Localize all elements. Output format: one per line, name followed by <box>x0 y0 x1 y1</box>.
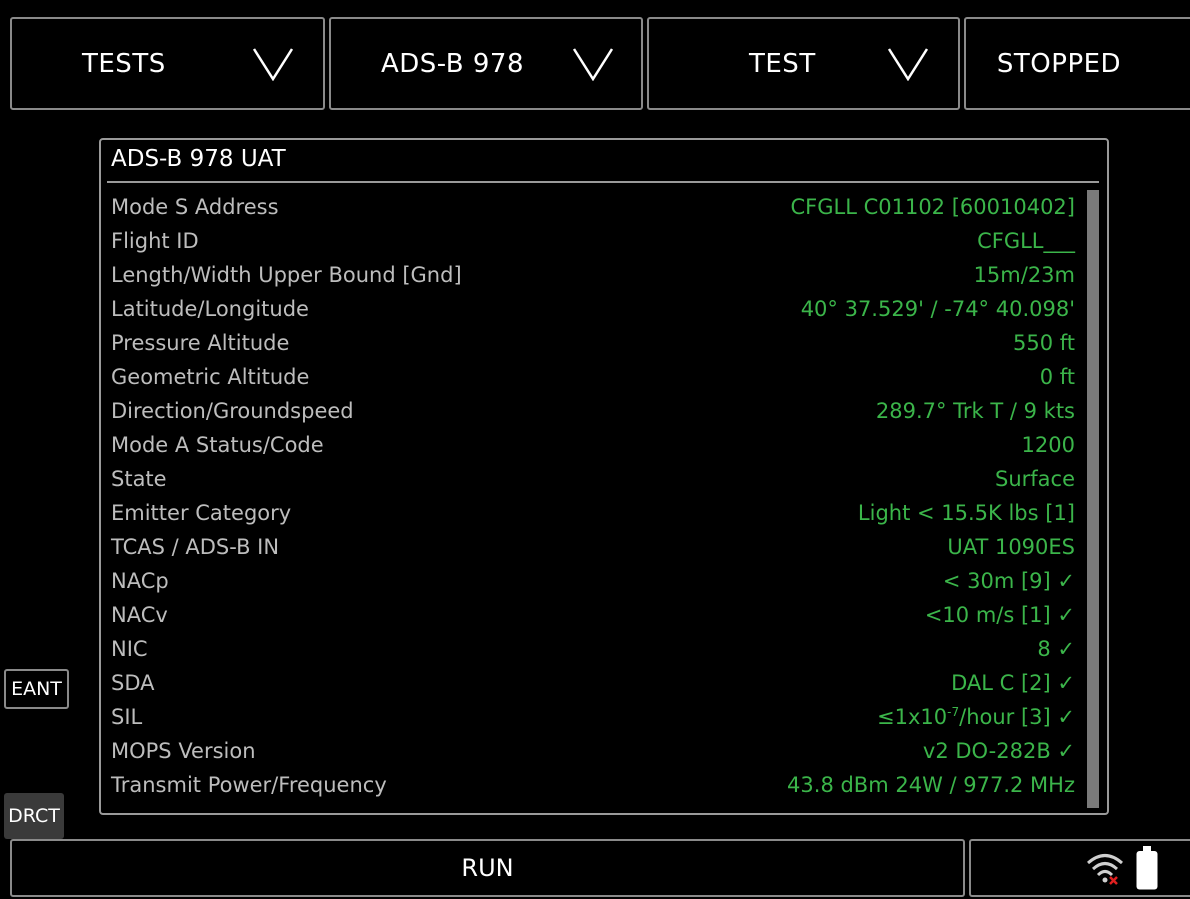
field-value: DAL C [2] ✓ <box>951 671 1075 695</box>
field-value-prefix: ≤1x10 <box>877 705 948 729</box>
field-value: <10 m/s [1] ✓ <box>924 603 1075 627</box>
list-item: TCAS / ADS-B IN UAT 1090ES <box>111 530 1075 564</box>
battery-icon <box>1136 846 1158 890</box>
field-label: NIC <box>111 637 148 661</box>
list-item: Transmit Power/Frequency 43.8 dBm 24W / 9… <box>111 768 1075 802</box>
chevron-down-icon <box>886 47 930 81</box>
wifi-disconnected-icon <box>1087 854 1123 885</box>
field-label: Mode A Status/Code <box>111 433 324 457</box>
list-item: Geometric Altitude 0 ft <box>111 360 1075 394</box>
divider <box>107 181 1099 183</box>
status-label: STOPPED <box>996 48 1122 79</box>
list-item: Emitter Category Light < 15.5K lbs [1] <box>111 496 1075 530</box>
field-value-exponent: -7 <box>947 705 960 719</box>
drct-label: DRCT <box>8 805 60 827</box>
field-value: 1200 <box>1021 433 1075 457</box>
field-value-suffix: /hour [3] ✓ <box>959 705 1075 729</box>
field-label: Length/Width Upper Bound [Gnd] <box>111 263 462 287</box>
list-item: NACp < 30m [9] ✓ <box>111 564 1075 598</box>
list-item: SDA DAL C [2] ✓ <box>111 666 1075 700</box>
field-value: 289.7° Trk T / 9 kts <box>875 399 1075 423</box>
field-label: Pressure Altitude <box>111 331 290 355</box>
field-label: Flight ID <box>111 229 199 253</box>
field-label: TCAS / ADS-B IN <box>111 535 280 559</box>
status-area <box>969 839 1190 897</box>
field-label: Emitter Category <box>111 501 292 525</box>
list-item: Direction/Groundspeed 289.7° Trk T / 9 kt… <box>111 394 1075 428</box>
mode-dropdown-label: ADS-B 978 <box>381 48 524 79</box>
list-item: SIL ≤1x10-7/hour [3] ✓ <box>111 700 1075 734</box>
field-label: Latitude/Longitude <box>111 297 309 321</box>
field-label: State <box>111 467 167 491</box>
field-label: NACp <box>111 569 169 593</box>
drct-button[interactable]: DRCT <box>4 793 64 839</box>
list-item: Latitude/Longitude 40° 37.529' / -74° 40.… <box>111 292 1075 326</box>
list-item: Pressure Altitude 550 ft <box>111 326 1075 360</box>
data-list: Mode S Address CFGLL C01102 [60010402] Fli… <box>111 190 1075 802</box>
eant-label: EANT <box>11 678 62 700</box>
tests-dropdown-label: TESTS <box>82 48 166 79</box>
mode-dropdown[interactable]: ADS-B 978 <box>329 17 643 110</box>
field-value: 8 ✓ <box>1037 637 1075 661</box>
field-value: Surface <box>994 467 1075 491</box>
field-value: CFGLL___ <box>977 229 1075 253</box>
field-value: 0 ft <box>1039 365 1075 389</box>
list-item: NIC 8 ✓ <box>111 632 1075 666</box>
list-item: Mode A Status/Code 1200 <box>111 428 1075 462</box>
chevron-down-icon <box>251 47 295 81</box>
list-item: Length/Width Upper Bound [Gnd] 15m/23m <box>111 258 1075 292</box>
test-dropdown-label: TEST <box>749 48 816 79</box>
field-value: CFGLL C01102 [60010402] <box>790 195 1075 219</box>
chevron-down-icon <box>571 47 615 81</box>
screen: TESTS ADS-B 978 TEST STOPPED ADS-B 978 U… <box>0 0 1190 899</box>
field-value: UAT 1090ES <box>947 535 1075 559</box>
field-label: Transmit Power/Frequency <box>111 773 387 797</box>
status-button[interactable]: STOPPED <box>964 17 1190 110</box>
scrollbar[interactable] <box>1087 190 1099 808</box>
field-value: 40° 37.529' / -74° 40.098' <box>800 297 1075 321</box>
list-item: MOPS Version v2 DO-282B ✓ <box>111 734 1075 768</box>
ads-b-data-panel: ADS-B 978 UAT Mode S Address CFGLL C01102… <box>99 138 1109 815</box>
list-item: Mode S Address CFGLL C01102 [60010402] <box>111 190 1075 224</box>
eant-button[interactable]: EANT <box>4 669 69 709</box>
list-item: NACv <10 m/s [1] ✓ <box>111 598 1075 632</box>
run-button[interactable]: RUN <box>10 839 965 897</box>
field-label: SDA <box>111 671 155 695</box>
field-label: SIL <box>111 705 143 729</box>
list-item: State Surface <box>111 462 1075 496</box>
field-value: 550 ft <box>1012 331 1075 355</box>
list-item: Flight ID CFGLL___ <box>111 224 1075 258</box>
field-label: NACv <box>111 603 168 627</box>
test-dropdown[interactable]: TEST <box>647 17 960 110</box>
panel-title: ADS-B 978 UAT <box>111 146 286 172</box>
field-label: Mode S Address <box>111 195 279 219</box>
field-value: 15m/23m <box>973 263 1075 287</box>
field-value: ≤1x10-7/hour [3] ✓ <box>877 705 1075 729</box>
field-value: v2 DO-282B ✓ <box>922 739 1075 763</box>
field-label: Direction/Groundspeed <box>111 399 354 423</box>
field-value: 43.8 dBm 24W / 977.2 MHz <box>787 773 1075 797</box>
field-value: Light < 15.5K lbs [1] <box>857 501 1075 525</box>
field-value: < 30m [9] ✓ <box>942 569 1075 593</box>
field-label: Geometric Altitude <box>111 365 310 389</box>
run-label: RUN <box>461 854 514 882</box>
field-label: MOPS Version <box>111 739 256 763</box>
tests-dropdown[interactable]: TESTS <box>10 17 325 110</box>
